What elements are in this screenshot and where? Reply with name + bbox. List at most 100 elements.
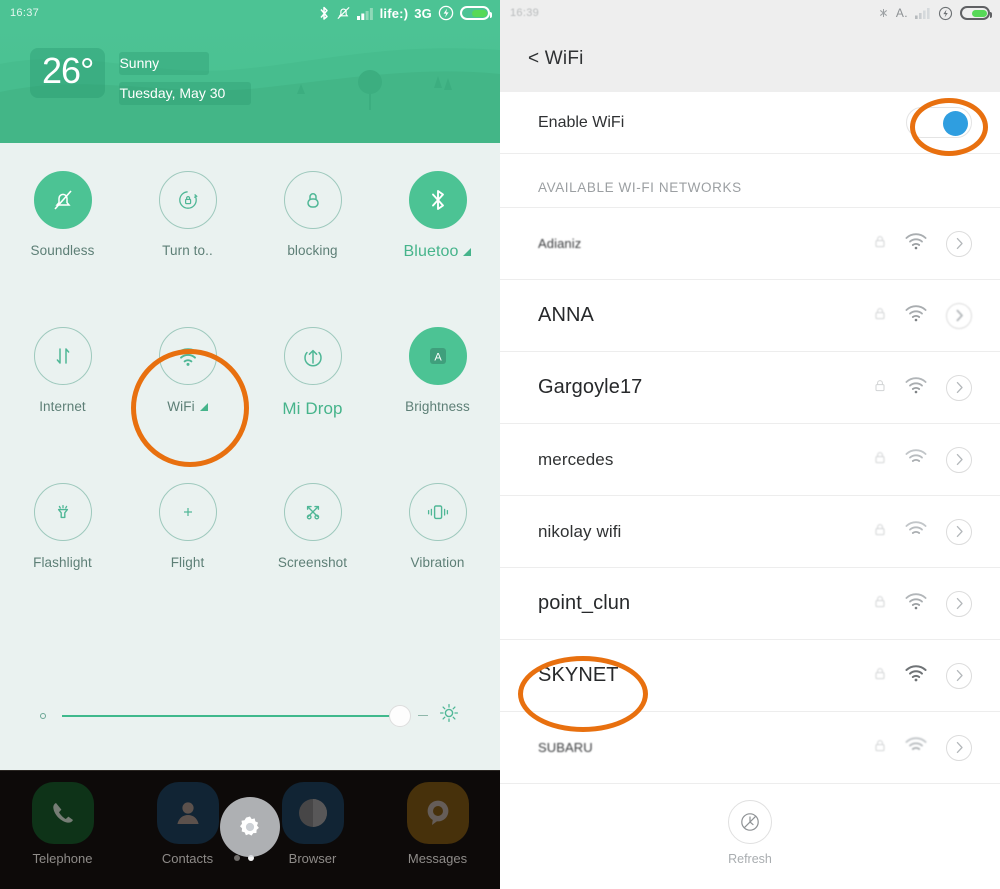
chevron-right-icon[interactable]: [946, 518, 972, 545]
toggle-turn-to-circle[interactable]: [158, 171, 217, 229]
toggle-blocking[interactable]: blocking: [250, 171, 375, 327]
network-row-subaru[interactable]: SUBARU: [500, 711, 1000, 783]
toggle-blocking-circle[interactable]: [283, 171, 342, 229]
network-row-icons: [874, 662, 972, 689]
weather-text-group: Sunny Tuesday, May 30: [119, 48, 252, 105]
toggle-flight[interactable]: Flight: [125, 483, 250, 639]
rotate-lock-icon: [178, 191, 198, 209]
status-time: 16:37: [10, 7, 40, 19]
network-ssid: SKYNET: [538, 664, 619, 686]
toggle-screenshot-circle[interactable]: [283, 483, 342, 541]
network-row-mercedes[interactable]: mercedes: [500, 423, 1000, 495]
chevron-right-icon[interactable]: [946, 662, 972, 689]
gear-icon[interactable]: [220, 797, 280, 857]
chevron-right-icon[interactable]: [946, 590, 972, 617]
network-row-skynet[interactable]: SKYNET: [500, 639, 1000, 711]
toggle-bluetooth-circle[interactable]: [408, 171, 467, 229]
dock-app-label: Telephone: [32, 851, 93, 866]
toggle-row-3: Flashlight Flight Screenshot Vibration: [0, 483, 500, 639]
toggle-brightness[interactable]: A Brightness: [375, 327, 500, 483]
dock-app-messages[interactable]: Messages: [375, 782, 500, 889]
toggle-brightness-circle[interactable]: A: [408, 327, 467, 385]
network-type-label: 3G: [414, 5, 432, 21]
brightness-slider-knob[interactable]: [389, 704, 411, 727]
expand-triangle-icon[interactable]: [463, 248, 472, 256]
status-icons-group: life:) 3G: [318, 5, 492, 22]
toggle-screenshot[interactable]: Screenshot: [250, 483, 375, 639]
chevron-right-icon[interactable]: [946, 374, 972, 401]
toggle-internet-circle[interactable]: [33, 327, 92, 385]
toggle-brightness-label: Brightness: [405, 399, 470, 414]
enable-wifi-row[interactable]: Enable WiFi: [500, 92, 1000, 154]
refresh-section[interactable]: Refresh: [500, 783, 1000, 887]
toggle-row-1: Soundless Turn to.. blocking Bluetoo: [0, 171, 500, 327]
toggle-mi-drop-circle[interactable]: [283, 327, 342, 385]
toggle-wifi-circle[interactable]: [158, 327, 217, 385]
toggle-flight-circle[interactable]: [158, 483, 217, 541]
wifi-signal-icon: [904, 232, 928, 255]
weather-widget: 26° Sunny Tuesday, May 30: [0, 26, 500, 143]
chevron-right-icon[interactable]: [946, 734, 972, 761]
network-row-icons: [874, 230, 972, 257]
wifi-signal-icon: [904, 448, 928, 471]
lock-icon: [874, 523, 886, 541]
expand-triangle-icon[interactable]: [199, 402, 208, 411]
flashlight-icon: [57, 504, 68, 519]
toggle-mi-drop[interactable]: Mi Drop: [250, 327, 375, 483]
toggle-soundless-circle[interactable]: [33, 171, 92, 229]
network-row-adianiz[interactable]: Adianiz: [500, 207, 1000, 279]
toggle-vibration[interactable]: Vibration: [375, 483, 500, 639]
chevron-right-icon[interactable]: [946, 302, 972, 329]
toggle-flashlight[interactable]: Flashlight: [0, 483, 125, 639]
toggle-flashlight-circle[interactable]: [33, 483, 92, 541]
back-to-wifi-title[interactable]: < WiFi: [528, 48, 584, 70]
screenshot-root: 16:37 life:) 3G 26° Sunny Tuesday, May 3…: [0, 0, 1000, 889]
charging-bolt-icon: [438, 5, 454, 21]
wifi-signal-icon: [904, 736, 928, 759]
network-ssid: Gargoyle17: [538, 376, 643, 398]
refresh-clock-icon[interactable]: [728, 800, 772, 844]
toggle-turn-to[interactable]: Turn to..: [125, 171, 250, 327]
weather-content: 26° Sunny Tuesday, May 30: [30, 48, 252, 105]
scissors-icon: [306, 505, 319, 520]
toggle-soundless-label: Soundless: [30, 243, 95, 258]
toggle-soundless[interactable]: Soundless: [0, 171, 125, 327]
chevron-right-icon[interactable]: [946, 446, 972, 473]
chevron-right-icon[interactable]: [946, 230, 972, 257]
lock-icon: [874, 451, 886, 469]
network-row-icons: [874, 734, 972, 761]
wifi-signal-icon: [904, 664, 928, 687]
enable-wifi-label: Enable WiFi: [538, 113, 625, 131]
dock-app-telephone[interactable]: Telephone: [0, 782, 125, 889]
network-row-nikolay-wifi[interactable]: nikolay wifi: [500, 495, 1000, 567]
left-phone-panel: 16:37 life:) 3G 26° Sunny Tuesday, May 3…: [0, 0, 500, 889]
upload-circle-icon: [303, 349, 322, 367]
alarm-label: A.: [895, 6, 908, 20]
network-row-point-clun[interactable]: point_clun: [500, 567, 1000, 639]
toggle-flight-label: Flight: [170, 555, 205, 570]
brightness-slider-track[interactable]: [62, 704, 411, 727]
network-row-anna[interactable]: ANNA: [500, 279, 1000, 351]
wifi-title-bar: < WiFi: [500, 26, 1000, 92]
toggle-bluetooth-label: Bluetoo: [404, 243, 472, 261]
toggle-bluetooth[interactable]: Bluetoo: [375, 171, 500, 327]
network-row-gargoyle17[interactable]: Gargoyle17: [500, 351, 1000, 423]
compass-icon[interactable]: [281, 782, 344, 844]
status-time: 16:39: [510, 7, 540, 19]
toggle-internet[interactable]: Internet: [0, 327, 125, 483]
network-row-icons: [874, 302, 972, 329]
lock-icon: [874, 235, 886, 253]
signal-bars-icon: [356, 7, 374, 20]
brightness-slider[interactable]: [0, 702, 500, 729]
wifi-settings-panel: 16:39 A. < WiFi Enable WiFi AVAILABLE WI…: [500, 0, 1000, 889]
battery-icon: [960, 6, 992, 20]
page-dot[interactable]: [234, 855, 240, 861]
phone-icon[interactable]: [31, 782, 94, 844]
chat-icon[interactable]: [406, 782, 469, 844]
enable-wifi-switch[interactable]: [906, 107, 972, 138]
toggle-vibration-circle[interactable]: [408, 483, 467, 541]
quick-settings-panel: Soundless Turn to.. blocking Bluetoo Int…: [0, 143, 500, 791]
person-icon[interactable]: [156, 782, 219, 844]
toggle-wifi[interactable]: WiFi: [125, 327, 250, 483]
temperature-value: 26°: [30, 48, 106, 98]
